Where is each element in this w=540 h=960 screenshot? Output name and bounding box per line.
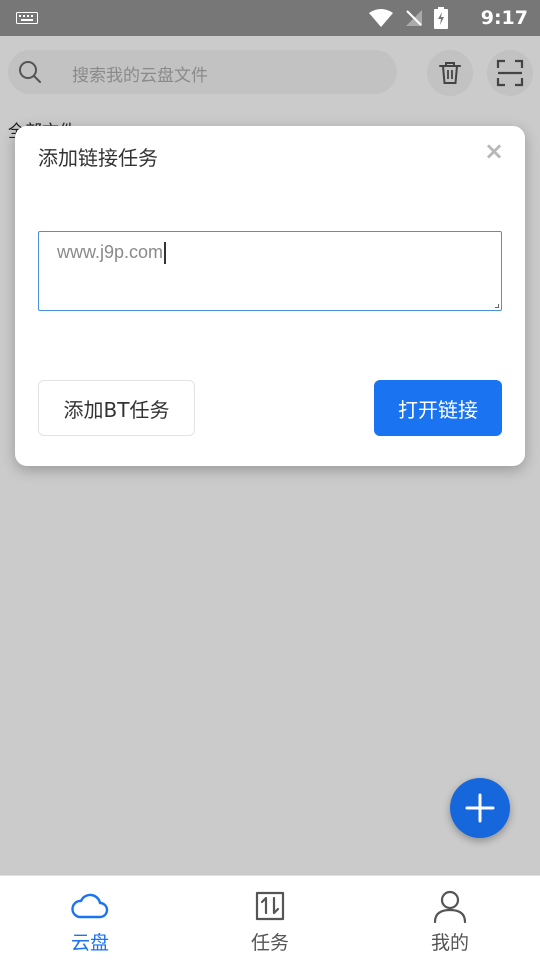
nav-item-cloud[interactable]: 云盘 xyxy=(0,876,180,960)
nav-item-tasks[interactable]: 任务 xyxy=(180,876,360,960)
close-icon: × xyxy=(483,137,505,165)
plus-icon xyxy=(465,793,495,823)
cloud-icon xyxy=(71,893,109,919)
search-placeholder: 搜索我的云盘文件 xyxy=(72,66,208,86)
status-time: 9:17 xyxy=(480,7,528,29)
battery-charging-icon xyxy=(434,7,448,29)
no-signal-icon xyxy=(406,10,422,26)
trash-icon xyxy=(439,62,461,84)
scan-button[interactable] xyxy=(487,50,533,96)
delete-button[interactable] xyxy=(427,50,473,96)
url-textarea[interactable]: www.j9p.com xyxy=(38,231,502,311)
nav-item-profile[interactable]: 我的 xyxy=(360,876,540,960)
transfer-icon xyxy=(255,891,285,921)
scan-icon xyxy=(496,59,524,87)
nav-label-tasks: 任务 xyxy=(250,932,289,954)
keyboard-icon xyxy=(16,12,38,24)
app-header: 搜索我的云盘文件 xyxy=(0,36,540,106)
nav-label-profile: 我的 xyxy=(430,932,469,954)
add-link-dialog: 添加链接任务 × www.j9p.com 添加BT任务 打开链接 xyxy=(15,126,525,466)
search-icon xyxy=(19,61,41,83)
search-input[interactable]: 搜索我的云盘文件 xyxy=(8,50,397,94)
bottom-nav: 云盘 任务 我的 xyxy=(0,875,540,960)
open-link-button[interactable]: 打开链接 xyxy=(374,380,502,436)
status-bar: 9:17 xyxy=(0,0,540,36)
close-button[interactable]: × xyxy=(483,137,505,165)
user-icon xyxy=(433,890,467,924)
nav-label-cloud: 云盘 xyxy=(70,932,109,954)
system-icons xyxy=(368,6,448,30)
wifi-icon xyxy=(369,9,393,27)
url-value: www.j9p.com xyxy=(57,242,164,262)
text-caret xyxy=(164,242,166,265)
dialog-title: 添加链接任务 xyxy=(38,146,158,170)
add-fab-button[interactable] xyxy=(450,778,510,838)
resize-handle[interactable] xyxy=(495,304,499,308)
add-bt-task-button[interactable]: 添加BT任务 xyxy=(38,380,195,436)
